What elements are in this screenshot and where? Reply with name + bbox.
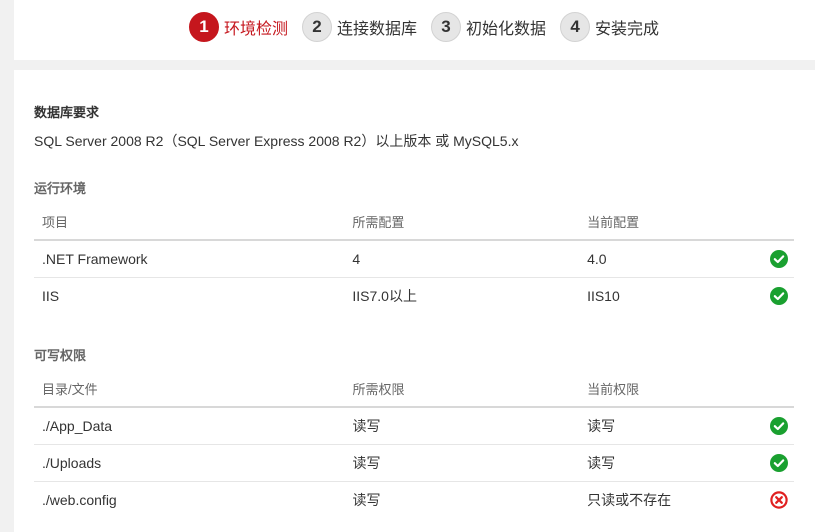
item-cell: .NET Framework: [34, 240, 345, 278]
check-circle-icon: [770, 250, 789, 269]
status-cell: [764, 482, 794, 519]
runtime-table: 项目 所需配置 当前配置 .NET Framework 4 4.0 IIS II…: [34, 203, 794, 314]
column-header: 所需权限: [344, 370, 580, 408]
wizard-steps: 1 环境检测 2 连接数据库 3 初始化数据 4 安装完成: [189, 12, 673, 42]
permissions-table: 目录/文件 所需权限 当前权限 ./App_Data 读写 读写 ./Uploa…: [34, 370, 794, 518]
step-initialize-data: 3 初始化数据: [431, 12, 546, 42]
required-cell: 读写: [344, 407, 580, 445]
step-label: 安装完成: [595, 21, 660, 38]
table-row: ./web.config 读写 只读或不存在: [34, 482, 794, 519]
status-cell: [764, 407, 794, 445]
environment-check-panel: 数据库要求 SQL Server 2008 R2（SQL Server Expr…: [14, 70, 815, 532]
table-row: ./Uploads 读写 读写: [34, 444, 794, 482]
column-header-status: [764, 370, 794, 408]
status-cell: [764, 444, 794, 482]
status-cell: [764, 278, 794, 315]
db-requirement-text: SQL Server 2008 R2（SQL Server Express 20…: [34, 133, 519, 149]
column-header-status: [764, 203, 794, 241]
runtime-section-title: 运行环境: [34, 181, 87, 196]
db-requirement-title: 数据库要求: [34, 105, 100, 120]
column-header: 目录/文件: [34, 370, 345, 408]
check-circle-icon: [770, 454, 789, 473]
item-cell: ./App_Data: [34, 407, 345, 445]
column-header: 当前权限: [579, 370, 765, 408]
required-cell: 4: [344, 240, 580, 278]
required-cell: 读写: [352, 492, 381, 508]
error-circle-icon: [770, 491, 788, 509]
table-row: ./App_Data 读写 读写: [34, 407, 794, 445]
required-cell: 读写: [344, 444, 580, 482]
step-number: 2: [302, 12, 333, 42]
check-circle-icon: [770, 417, 789, 436]
table-header-row: 项目 所需配置 当前配置: [34, 203, 794, 241]
step-connect-database: 2 连接数据库: [302, 12, 417, 42]
current-cell: 4.0: [579, 240, 765, 278]
check-circle-icon: [770, 287, 789, 306]
step-label: 连接数据库: [337, 21, 418, 38]
permissions-section-title: 可写权限: [34, 348, 87, 363]
column-header: 所需配置: [344, 203, 580, 241]
wizard-header: 1 环境检测 2 连接数据库 3 初始化数据 4 安装完成: [14, 0, 815, 60]
status-cell: [764, 240, 794, 278]
step-environment-check: 1 环境检测: [189, 12, 288, 42]
current-cell: 读写: [579, 444, 765, 482]
step-label: 初始化数据: [466, 21, 547, 38]
item-cell: ./Uploads: [34, 444, 345, 482]
step-number: 4: [560, 12, 591, 42]
step-label: 环境检测: [224, 21, 289, 38]
step-number: 3: [431, 12, 462, 42]
step-number: 1: [189, 12, 219, 42]
item-cell: ./web.config: [42, 492, 117, 508]
current-cell: 读写: [579, 407, 765, 445]
table-row: IIS IIS7.0以上 IIS10: [34, 278, 794, 315]
current-cell: IIS10: [587, 288, 620, 304]
table-header-row: 目录/文件 所需权限 当前权限: [34, 370, 794, 408]
column-header: 当前配置: [579, 203, 765, 241]
required-cell: IIS7.0以上: [352, 288, 417, 304]
step-install-complete: 4 安装完成: [560, 12, 659, 42]
column-header: 项目: [34, 203, 345, 241]
item-cell: IIS: [42, 288, 60, 304]
table-row: .NET Framework 4 4.0: [34, 240, 794, 278]
current-cell: 只读或不存在: [587, 492, 672, 508]
